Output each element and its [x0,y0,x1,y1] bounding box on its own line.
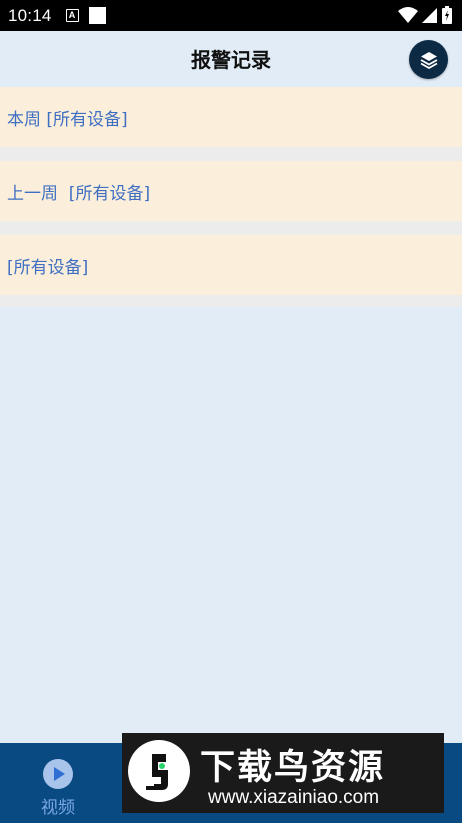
divider [0,221,462,235]
page-title: 报警记录 [191,48,271,72]
record-label: [所有设备] [7,257,89,278]
divider [0,147,462,161]
record-item-this-week[interactable]: 本周 [所有设备] [0,87,462,147]
a-notification-icon: A [65,9,79,22]
watermark-banner: 下载鸟资源 www.xiazainiao.com [122,733,444,813]
signal-icon [422,8,437,23]
layers-button[interactable] [409,40,448,79]
watermark-title: 下载鸟资源 [200,747,386,788]
battery-icon [442,6,452,24]
status-bar: 10:14 A [0,0,462,31]
watermark-url: www.xiazainiao.com [208,787,380,808]
status-icons [398,6,452,24]
record-list: 本周 [所有设备] 上一周 [所有设备] [所有设备] [0,87,462,307]
layers-icon [420,51,437,69]
nav-label-video: 视频 [41,798,75,818]
record-label: 上一周 [所有设备] [7,183,151,204]
record-item-all[interactable]: [所有设备] [0,235,462,295]
square-notification-icon [88,7,106,24]
record-item-last-week[interactable]: 上一周 [所有设备] [0,161,462,221]
title-bar: 报警记录 [0,31,462,87]
bird-logo-icon [128,740,190,802]
video-play-icon [43,759,73,789]
divider [0,295,462,307]
nav-item-video[interactable]: 视频 [18,759,98,818]
wifi-icon [398,7,418,23]
record-label: 本周 [所有设备] [7,109,128,130]
status-time: 10:14 [8,5,52,25]
